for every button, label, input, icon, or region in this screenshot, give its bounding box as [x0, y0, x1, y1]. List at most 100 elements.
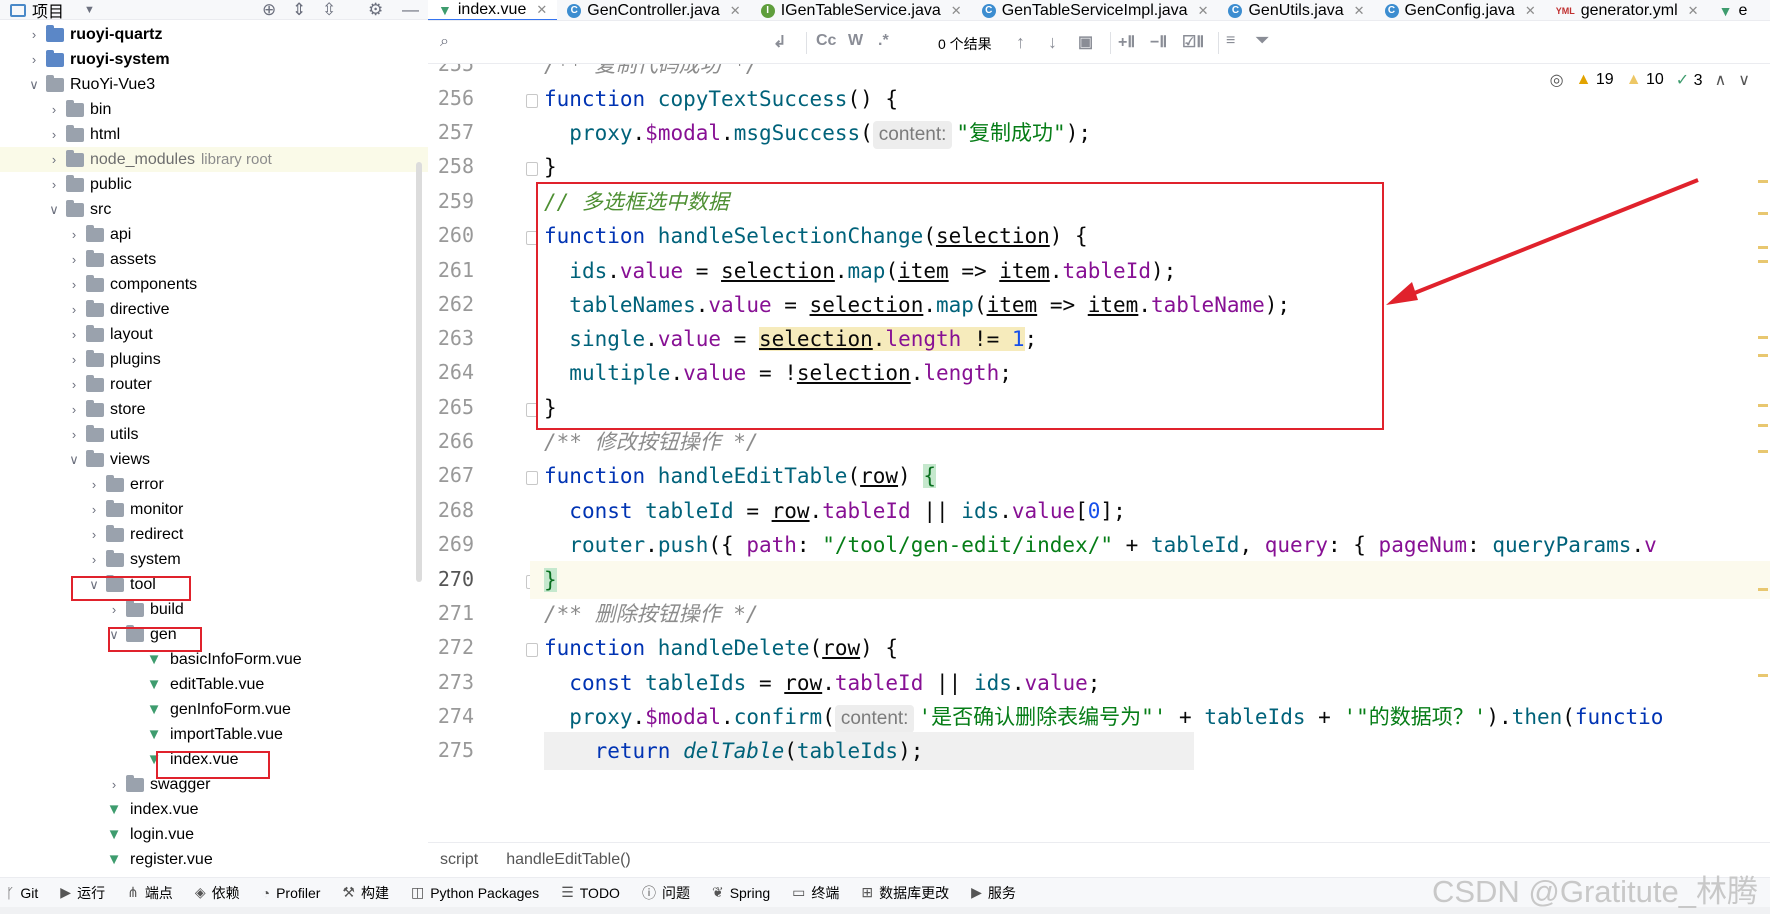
chevron-right-icon[interactable]: › — [86, 527, 102, 542]
chevron-down-icon[interactable]: ∨ — [26, 77, 42, 93]
chevron-right-icon[interactable]: › — [26, 52, 42, 67]
collapse-all-icon[interactable]: ⇳ — [322, 0, 336, 20]
close-icon[interactable]: ✕ — [1354, 3, 1365, 19]
chevron-down-icon[interactable]: ▼ — [84, 4, 95, 16]
tree-folder[interactable]: ∨ tool — [0, 572, 428, 597]
line-number[interactable]: 275 — [428, 738, 474, 762]
regex-button[interactable]: .* — [878, 32, 889, 50]
tree-folder[interactable]: › assets — [0, 247, 428, 272]
line-number[interactable]: 259 — [428, 189, 474, 213]
tool-window-button[interactable]: ᚴ Git — [6, 885, 38, 901]
chevron-right-icon[interactable]: › — [66, 302, 82, 317]
line-number[interactable]: 260 — [428, 223, 474, 247]
close-icon[interactable]: ✕ — [1525, 3, 1536, 19]
tree-file[interactable]: ▼ editTable.vue — [0, 672, 428, 697]
tree-file[interactable]: ▼ index.vue — [0, 797, 428, 822]
tool-window-button[interactable]: ▶ 运行 — [60, 883, 105, 903]
tree-folder[interactable]: › router — [0, 372, 428, 397]
tree-folder[interactable]: › utils — [0, 422, 428, 447]
tool-window-button[interactable]: ◫ Python Packages — [411, 884, 539, 901]
editor-tab[interactable]: YML generator.yml ✕ — [1546, 0, 1709, 20]
tool-window-button[interactable]: ▶ 服务 — [971, 883, 1016, 903]
chevron-right-icon[interactable]: › — [26, 27, 42, 42]
line-number[interactable]: 270 — [428, 567, 474, 591]
match-case-button[interactable]: Cc — [816, 32, 836, 50]
tool-window-button[interactable]: ⋔ 端点 — [127, 883, 173, 903]
arrow-up-icon[interactable]: ↑ — [1016, 32, 1025, 53]
locate-icon[interactable]: ⊕ — [262, 0, 276, 20]
tree-file[interactable]: ▼ importTable.vue — [0, 722, 428, 747]
tree-folder[interactable]: ∨ RuoYi-Vue3 — [0, 72, 428, 97]
inspection-widget[interactable]: ◎ ▲ 19 ▲ 10 ✓ 3 ∧ ∨ — [1550, 70, 1750, 90]
line-number[interactable]: 262 — [428, 292, 474, 316]
editor-tab[interactable]: ▼ e — [1709, 0, 1758, 20]
fold-marker-icon[interactable] — [526, 471, 538, 485]
tree-folder[interactable]: › ruoyi-quartz — [0, 22, 428, 47]
history-icon[interactable]: ↲ — [773, 32, 786, 52]
editor-tab[interactable]: C GenController.java ✕ — [557, 0, 750, 20]
tree-file[interactable]: ▼ register.vue — [0, 847, 428, 872]
close-icon[interactable]: ✕ — [1688, 3, 1699, 19]
line-number[interactable]: 271 — [428, 601, 474, 625]
line-number[interactable]: 261 — [428, 258, 474, 282]
fold-marker-icon[interactable] — [526, 643, 538, 657]
chevron-right-icon[interactable]: › — [46, 152, 62, 167]
tree-folder[interactable]: › html — [0, 122, 428, 147]
breadcrumb-item[interactable]: script — [440, 851, 478, 869]
tree-folder[interactable]: › redirect — [0, 522, 428, 547]
tree-folder[interactable]: › store — [0, 397, 428, 422]
tree-file[interactable]: ▼ genInfoForm.vue — [0, 697, 428, 722]
tree-folder[interactable]: › system — [0, 547, 428, 572]
gear-icon[interactable]: ⚙ — [368, 0, 383, 20]
line-number[interactable]: 255 — [428, 64, 474, 76]
chevron-right-icon[interactable]: › — [66, 327, 82, 342]
tool-window-button[interactable]: ⓘ 问题 — [642, 883, 690, 903]
remove-occurrence-icon[interactable]: −Ⅱ — [1150, 32, 1167, 52]
fold-marker-icon[interactable] — [526, 94, 538, 108]
tree-folder[interactable]: › plugins — [0, 347, 428, 372]
tree-folder[interactable]: › node_modules library root — [0, 147, 428, 172]
search-input[interactable] — [462, 30, 792, 56]
select-all-icon[interactable]: ▣ — [1078, 32, 1093, 52]
line-number[interactable]: 267 — [428, 463, 474, 487]
tree-folder[interactable]: › build — [0, 597, 428, 622]
line-number[interactable]: 263 — [428, 326, 474, 350]
tool-window-button[interactable]: ◈ 依赖 — [195, 883, 240, 903]
editor-tab[interactable]: C GenConfig.java ✕ — [1375, 0, 1546, 20]
line-number[interactable]: 273 — [428, 670, 474, 694]
tool-window-button[interactable]: ⊞ 数据库更改 — [861, 883, 949, 903]
close-icon[interactable]: ✕ — [951, 3, 962, 19]
chevron-right-icon[interactable]: › — [46, 177, 62, 192]
error-stripe[interactable] — [1756, 64, 1770, 842]
chevron-up-icon[interactable]: ∧ — [1715, 70, 1727, 90]
chevron-right-icon[interactable]: › — [66, 352, 82, 367]
tree-file[interactable]: ▼ login.vue — [0, 822, 428, 847]
tree-folder[interactable]: › components — [0, 272, 428, 297]
close-icon[interactable]: ✕ — [536, 2, 547, 18]
line-number[interactable]: 266 — [428, 429, 474, 453]
whole-words-button[interactable]: W — [848, 32, 863, 50]
tree-folder[interactable]: › public — [0, 172, 428, 197]
tool-window-button[interactable]: ☰ TODO — [561, 884, 620, 901]
tool-window-button[interactable]: ◔ Profiler — [262, 885, 321, 901]
add-occurrence-icon[interactable]: +Ⅱ — [1118, 32, 1135, 52]
fold-marker-icon[interactable] — [526, 162, 538, 176]
tree-folder[interactable]: › bin — [0, 97, 428, 122]
line-number[interactable]: 265 — [428, 395, 474, 419]
editor-tab[interactable]: ▼ index.vue ✕ — [428, 0, 558, 20]
close-icon[interactable]: ✕ — [730, 3, 741, 19]
tree-folder[interactable]: › monitor — [0, 497, 428, 522]
project-view-selector[interactable]: 项目 ▼ — [10, 0, 95, 21]
reader-mode-icon[interactable]: ◎ — [1550, 70, 1564, 90]
filter-icon[interactable]: ⏷ — [1256, 32, 1269, 50]
tree-folder[interactable]: › api — [0, 222, 428, 247]
chevron-right-icon[interactable]: › — [66, 252, 82, 267]
chevron-right-icon[interactable]: › — [66, 227, 82, 242]
tool-window-button[interactable]: ⚒ 构建 — [342, 883, 389, 903]
chevron-right-icon[interactable]: › — [66, 402, 82, 417]
editor-tab[interactable]: C GenTableServiceImpl.java ✕ — [972, 0, 1219, 20]
chevron-right-icon[interactable]: › — [106, 777, 122, 792]
tree-scrollbar[interactable] — [416, 162, 422, 582]
tree-folder[interactable]: › error — [0, 472, 428, 497]
chevron-right-icon[interactable]: › — [86, 552, 102, 567]
